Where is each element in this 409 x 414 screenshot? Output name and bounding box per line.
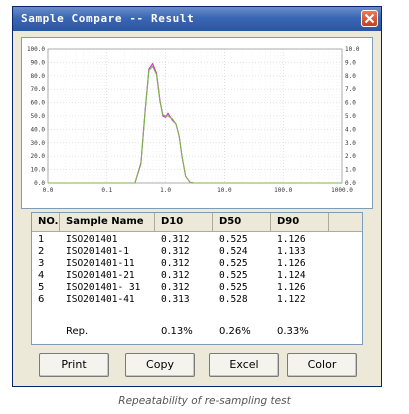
figure-caption: Repeatability of re-sampling test bbox=[118, 395, 291, 407]
rep-label: Rep. bbox=[66, 326, 89, 337]
distribution-chart: 0.0 0.0 10.0 1.0 20.0 2.0 30.0 3.0 40.0 4.0 50.0 5.… bbox=[21, 37, 373, 209]
table-header: NO. Sample Name D10 D50 D90 bbox=[32, 213, 362, 232]
color-button[interactable]: Color bbox=[287, 353, 357, 377]
header-no[interactable]: NO. bbox=[32, 213, 60, 231]
left-tick-label: 10.0 bbox=[31, 167, 46, 174]
title-bar[interactable]: Sample Compare -- Result bbox=[13, 7, 381, 31]
right-tick-label: 6.0 bbox=[345, 100, 356, 107]
rep-d10: 0.13% bbox=[161, 326, 193, 337]
right-tick-label: 5.0 bbox=[345, 113, 356, 120]
header-sample-name[interactable]: Sample Name bbox=[60, 213, 155, 231]
cell-d50: 0.525 bbox=[219, 234, 248, 245]
table-row[interactable]: 1 ISO201401 0.312 0.525 1.126 bbox=[32, 234, 362, 246]
x-tick-label: 1.0 bbox=[160, 187, 171, 194]
series-line bbox=[48, 65, 342, 184]
cell-no: 2 bbox=[38, 246, 45, 257]
cell-no: 6 bbox=[38, 294, 45, 305]
x-tick-label: 0.1 bbox=[101, 187, 112, 194]
results-table: NO. Sample Name D10 D50 D90 1 ISO201401 … bbox=[31, 212, 363, 345]
cell-no: 1 bbox=[38, 234, 45, 245]
cell-d10: 0.312 bbox=[161, 282, 190, 293]
cell-d90: 1.133 bbox=[277, 246, 306, 257]
left-tick-label: 0.0 bbox=[34, 180, 45, 187]
cell-d50: 0.525 bbox=[219, 258, 248, 269]
cell-d90: 1.124 bbox=[277, 270, 306, 281]
excel-button[interactable]: Excel bbox=[209, 353, 279, 377]
copy-button[interactable]: Copy bbox=[125, 353, 195, 377]
cell-d10: 0.312 bbox=[161, 234, 190, 245]
header-filler bbox=[329, 213, 362, 231]
x-tick-label: 100.0 bbox=[274, 187, 292, 194]
table-row[interactable]: 3 ISO201401-11 0.312 0.525 1.126 bbox=[32, 258, 362, 270]
cell-d50: 0.528 bbox=[219, 294, 248, 305]
cell-sample-name: ISO201401 bbox=[66, 234, 118, 245]
cell-d50: 0.525 bbox=[219, 270, 248, 281]
cell-d10: 0.313 bbox=[161, 294, 190, 305]
cell-no: 3 bbox=[38, 258, 45, 269]
table-row[interactable]: 2 ISO201401-1 0.312 0.524 1.133 bbox=[32, 246, 362, 258]
series-line bbox=[48, 62, 342, 184]
cell-d90: 1.126 bbox=[277, 282, 306, 293]
chart-svg: 0.0 0.010.0 1.020.0 2.030.0 3.040.0 4.050.0 5.… bbox=[27, 46, 360, 194]
x-tick-label: 10.0 bbox=[217, 187, 232, 194]
table-row[interactable]: 4 ISO201401-21 0.312 0.525 1.124 bbox=[32, 270, 362, 282]
rep-d50: 0.26% bbox=[219, 326, 251, 337]
print-button[interactable]: Print bbox=[39, 353, 109, 377]
left-tick-label: 50.0 bbox=[31, 113, 46, 120]
cell-sample-name: ISO201401-11 bbox=[66, 258, 135, 269]
right-tick-label: 8.0 bbox=[345, 73, 356, 80]
right-tick-label: 4.0 bbox=[345, 126, 356, 133]
right-tick-label: 1.0 bbox=[345, 167, 356, 174]
window-title: Sample Compare -- Result bbox=[21, 12, 195, 25]
left-tick-label: 100.0 bbox=[27, 46, 45, 53]
cell-sample-name: ISO201401- 31 bbox=[66, 282, 141, 293]
cell-d50: 0.524 bbox=[219, 246, 248, 257]
cell-no: 4 bbox=[38, 270, 45, 281]
cell-d10: 0.312 bbox=[161, 270, 190, 281]
right-tick-label: 10.0 bbox=[345, 46, 360, 53]
header-d50[interactable]: D50 bbox=[213, 213, 271, 231]
right-tick-label: 0.0 bbox=[345, 180, 356, 187]
left-tick-label: 30.0 bbox=[31, 140, 46, 147]
cell-d50: 0.525 bbox=[219, 282, 248, 293]
table-row-rep[interactable]: Rep. 0.13% 0.26% 0.33% bbox=[32, 326, 362, 338]
right-tick-label: 7.0 bbox=[345, 86, 356, 93]
table-row[interactable]: 6 ISO201401-41 0.313 0.528 1.122 bbox=[32, 294, 362, 306]
x-tick-label: 0.0 bbox=[43, 187, 54, 194]
left-tick-label: 40.0 bbox=[31, 126, 46, 133]
close-button[interactable] bbox=[361, 10, 378, 27]
cell-d90: 1.122 bbox=[277, 294, 306, 305]
left-tick-label: 90.0 bbox=[31, 59, 46, 66]
left-tick-label: 80.0 bbox=[31, 73, 46, 80]
left-tick-label: 20.0 bbox=[31, 153, 46, 160]
cell-sample-name: ISO201401-21 bbox=[66, 270, 135, 281]
x-tick-label: 1000.0 bbox=[331, 187, 353, 194]
cell-no: 5 bbox=[38, 282, 45, 293]
left-tick-label: 70.0 bbox=[31, 86, 46, 93]
result-window: Sample Compare -- Result 0.0 0.0 10.0 1.0 20… bbox=[12, 6, 382, 387]
right-tick-label: 3.0 bbox=[345, 140, 356, 147]
left-tick-label: 60.0 bbox=[31, 100, 46, 107]
close-icon bbox=[364, 13, 375, 24]
table-row[interactable]: 5 ISO201401- 31 0.312 0.525 1.126 bbox=[32, 282, 362, 294]
header-d90[interactable]: D90 bbox=[271, 213, 329, 231]
rep-d90: 0.33% bbox=[277, 326, 309, 337]
right-tick-label: 2.0 bbox=[345, 153, 356, 160]
cell-d10: 0.312 bbox=[161, 246, 190, 257]
cell-sample-name: ISO201401-1 bbox=[66, 246, 129, 257]
right-tick-label: 9.0 bbox=[345, 59, 356, 66]
header-d10[interactable]: D10 bbox=[155, 213, 213, 231]
cell-d10: 0.312 bbox=[161, 258, 190, 269]
cell-d90: 1.126 bbox=[277, 258, 306, 269]
cell-d90: 1.126 bbox=[277, 234, 306, 245]
cell-sample-name: ISO201401-41 bbox=[66, 294, 135, 305]
